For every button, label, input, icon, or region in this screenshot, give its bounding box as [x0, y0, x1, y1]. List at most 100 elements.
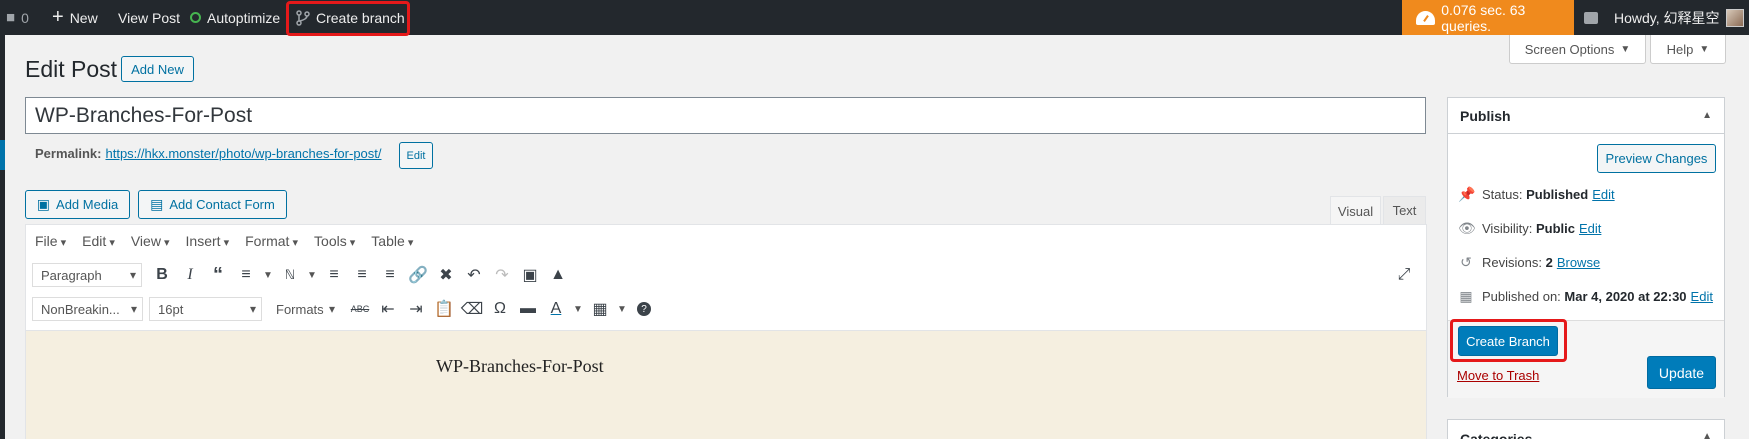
formats-select[interactable]: Formats: [268, 297, 340, 321]
font-family-select[interactable]: NonBreakin...: [32, 297, 143, 321]
font-size-value: 16pt: [158, 301, 184, 317]
speed-label: 0.076 sec. 63 queries.: [1441, 1, 1526, 34]
screen-options-button[interactable]: Screen Options ▼: [1509, 35, 1646, 64]
menu-insert[interactable]: Insert: [186, 233, 230, 249]
preview-changes-label: Preview Changes: [1605, 151, 1708, 166]
howdy-label: Howdy, 幻释星空: [1614, 9, 1720, 26]
code-block-icon[interactable]: ▲: [544, 261, 572, 289]
wp-edit-post-page: ■ 0 + New View Post Autoptimize Create b…: [0, 0, 1749, 439]
publish-box-header[interactable]: Publish ▲: [1448, 98, 1724, 134]
menu-format[interactable]: Format: [245, 233, 298, 249]
autoptimize-label: Autoptimize: [207, 9, 281, 26]
horizontal-line-icon[interactable]: ▬: [514, 295, 542, 323]
categories-title: Categories: [1460, 431, 1533, 439]
chevron-down-icon[interactable]: ▼: [260, 261, 276, 289]
menu-table[interactable]: Table: [371, 233, 413, 249]
calendar-icon: ▦: [1459, 288, 1473, 304]
new-menu[interactable]: + New: [52, 0, 98, 35]
link-icon[interactable]: 🔗: [404, 261, 432, 289]
table-icon[interactable]: ▦: [586, 295, 614, 323]
post-title-input[interactable]: WP-Branches-For-Post: [25, 97, 1426, 134]
menu-tools[interactable]: Tools: [314, 233, 355, 249]
undo-icon[interactable]: ↶: [460, 261, 488, 289]
numbered-list-icon[interactable]: ℕ: [276, 261, 304, 289]
align-left-icon[interactable]: ≡: [320, 261, 348, 289]
revisions-label: Revisions:: [1482, 255, 1542, 270]
revisions-value: 2: [1545, 255, 1553, 270]
add-media-label: Add Media: [56, 197, 119, 212]
comments-count: 0: [21, 9, 29, 26]
redo-icon[interactable]: ↷: [488, 261, 516, 289]
permalink-link[interactable]: https://hkx.monster/photo/wp-branches-fo…: [105, 146, 381, 161]
fullscreen-icon[interactable]: ⤢: [1390, 261, 1418, 289]
help-button[interactable]: Help ▼: [1650, 35, 1726, 64]
omega-icon[interactable]: Ω: [486, 295, 514, 323]
tab-visual[interactable]: Visual: [1330, 196, 1381, 225]
menu-view[interactable]: View: [131, 233, 170, 249]
editor-content[interactable]: WP-Branches-For-Post: [26, 330, 1426, 439]
editor-menubar: File Edit View Insert Format Tools Table: [26, 225, 1426, 256]
admin-menu-current-indicator: [0, 140, 5, 170]
chevron-down-icon[interactable]: ▼: [570, 295, 586, 323]
outdent-icon[interactable]: ⇤: [374, 295, 402, 323]
account-menu[interactable]: Howdy, 幻释星空: [1614, 0, 1744, 35]
status-row: 📌 Status: Published Edit: [1458, 186, 1615, 203]
blockquote-icon[interactable]: “: [204, 261, 232, 289]
help-icon[interactable]: ?: [630, 295, 658, 323]
pin-icon: 📌: [1458, 186, 1476, 202]
font-size-select[interactable]: 16pt: [149, 297, 262, 321]
preview-changes-button[interactable]: Preview Changes: [1597, 144, 1716, 173]
add-new-button[interactable]: Add New: [121, 56, 194, 82]
menu-file[interactable]: File: [35, 233, 66, 249]
text-color-icon[interactable]: A: [542, 295, 570, 323]
block-format-value: Paragraph: [41, 267, 102, 283]
comment-icon: ■: [6, 9, 16, 26]
italic-icon[interactable]: I: [176, 261, 204, 289]
view-post-link[interactable]: View Post: [118, 0, 180, 35]
visibility-label: Visibility:: [1482, 221, 1533, 236]
move-to-trash-link[interactable]: Move to Trash: [1457, 368, 1539, 383]
create-branch-button-label: Create Branch: [1466, 333, 1550, 349]
autoptimize-menu[interactable]: Autoptimize: [190, 0, 280, 35]
notifications-menu[interactable]: [1584, 0, 1598, 35]
create-branch-button[interactable]: Create Branch: [1458, 326, 1558, 356]
chevron-down-icon[interactable]: ▼: [304, 261, 320, 289]
add-contact-form-button[interactable]: ▤ Add Contact Form: [138, 190, 287, 219]
published-on-value: Mar 4, 2020 at 22:30: [1564, 289, 1687, 304]
publish-actions: Create Branch Move to Trash Update: [1448, 320, 1724, 398]
indent-icon[interactable]: ⇥: [402, 295, 430, 323]
create-branch-menu[interactable]: Create branch: [296, 0, 405, 35]
editor: File Edit View Insert Format Tools Table…: [25, 224, 1427, 439]
menu-edit[interactable]: Edit: [82, 233, 115, 249]
align-center-icon[interactable]: ≡: [348, 261, 376, 289]
align-right-icon[interactable]: ≡: [376, 261, 404, 289]
query-monitor-menu[interactable]: 0.076 sec. 63 queries.: [1402, 0, 1574, 35]
avatar: [1725, 8, 1744, 27]
update-button[interactable]: Update: [1647, 356, 1716, 389]
block-format-select[interactable]: Paragraph: [32, 263, 142, 287]
publish-box: Publish ▲ Preview Changes 📌 Status: Publ…: [1447, 97, 1725, 398]
comments-menu[interactable]: ■ 0: [6, 0, 29, 35]
permalink-edit-button[interactable]: Edit: [399, 142, 433, 169]
published-on-label: Published on:: [1482, 289, 1561, 304]
history-icon: ↺: [1460, 254, 1472, 270]
page-scrollbar[interactable]: [1736, 35, 1749, 439]
tab-text[interactable]: Text: [1383, 196, 1426, 225]
add-media-button[interactable]: ▣ Add Media: [25, 190, 130, 219]
strikethrough-icon[interactable]: ABC: [346, 295, 374, 323]
clear-formatting-icon[interactable]: ⌫: [458, 295, 486, 323]
revisions-browse-link[interactable]: Browse: [1557, 255, 1600, 270]
status-edit-link[interactable]: Edit: [1592, 187, 1614, 202]
chevron-down-icon[interactable]: ▼: [614, 295, 630, 323]
published-on-edit-link[interactable]: Edit: [1691, 289, 1713, 304]
chat-icon: [1584, 11, 1598, 24]
paste-text-icon[interactable]: 📋: [430, 295, 458, 323]
unlink-icon[interactable]: ✖: [432, 261, 460, 289]
read-more-icon[interactable]: ▣: [516, 261, 544, 289]
bullet-list-icon[interactable]: ≡: [232, 261, 260, 289]
visibility-edit-link[interactable]: Edit: [1579, 221, 1601, 236]
collapse-icon[interactable]: ▲: [1702, 110, 1712, 121]
collapse-icon[interactable]: ▲: [1702, 431, 1712, 439]
bold-icon[interactable]: B: [148, 261, 176, 289]
status-circle-icon: [190, 12, 201, 23]
